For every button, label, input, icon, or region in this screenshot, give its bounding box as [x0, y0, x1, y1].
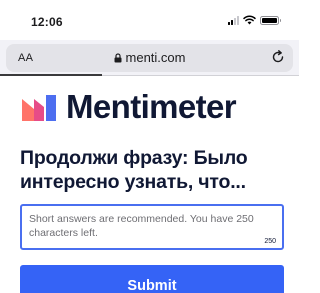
status-icons: [228, 15, 281, 25]
answer-field[interactable]: 250: [20, 204, 284, 250]
cellular-signal-icon: [228, 15, 239, 25]
page-load-progress: [0, 74, 102, 76]
mentimeter-logo-icon: [22, 95, 56, 121]
question-title: Продолжи фразу: Было интересно узнать, ч…: [20, 147, 248, 193]
status-time: 12:06: [31, 15, 63, 29]
answer-input[interactable]: [29, 212, 279, 246]
logo-wordmark: Mentimeter: [66, 88, 237, 125]
url-display[interactable]: menti.com: [6, 50, 293, 65]
wifi-icon: [243, 15, 256, 25]
lock-icon: [114, 53, 122, 63]
mentimeter-logo: Mentimeter: [22, 88, 237, 125]
status-bar: 12:06: [0, 0, 299, 40]
url-text: menti.com: [125, 50, 186, 65]
battery-icon: [260, 15, 281, 25]
reload-icon[interactable]: [271, 50, 285, 64]
browser-address-bar: AA menti.com: [0, 40, 299, 76]
character-counter: 250: [264, 238, 276, 245]
address-field[interactable]: AA menti.com: [6, 44, 293, 72]
submit-button[interactable]: Submit: [20, 265, 284, 293]
